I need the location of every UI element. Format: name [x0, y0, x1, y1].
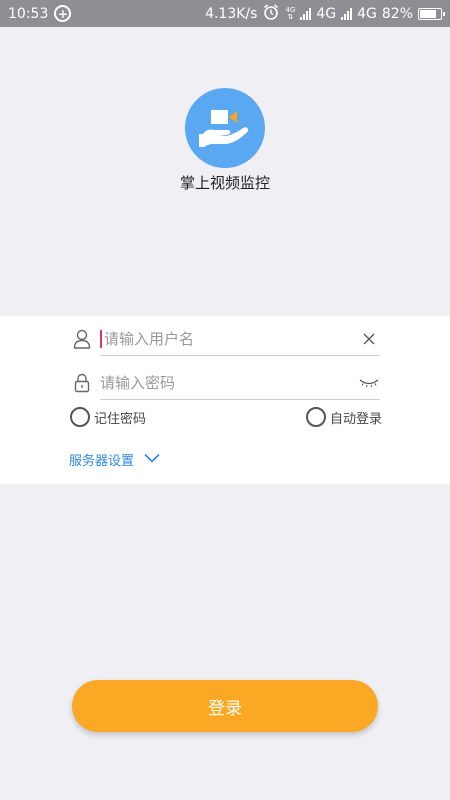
login-form: 记住密码 自动登录 服务器设置 — [0, 316, 450, 484]
sim2-network-label: 4G — [357, 5, 377, 22]
server-settings-label: 服务器设置 — [69, 454, 135, 469]
status-right: 4.13K/s 4G ⇅ 4G 4G 82% — [205, 3, 445, 25]
password-input[interactable] — [100, 366, 358, 399]
battery-level — [420, 9, 437, 18]
login-options: 记住密码 自动登录 — [70, 406, 382, 428]
chevron-down-icon — [144, 452, 160, 467]
status-bar: 10:53 + 4.13K/s 4G ⇅ 4G 4G 82% — [0, 0, 450, 27]
status-time: 10:53 — [8, 5, 49, 22]
clear-icon[interactable] — [358, 328, 380, 350]
remember-password-checkbox[interactable]: 记住密码 — [70, 407, 146, 427]
hand-camera-icon — [199, 110, 249, 147]
signal-sim2-icon — [341, 7, 353, 20]
username-field — [72, 322, 380, 356]
username-input-wrap — [100, 322, 380, 356]
app-logo — [185, 88, 265, 168]
battery-icon — [418, 7, 445, 20]
username-input[interactable] — [104, 322, 358, 355]
server-settings-toggle[interactable]: 服务器设置 — [69, 450, 160, 469]
remember-password-label: 记住密码 — [94, 411, 147, 427]
user-icon — [72, 329, 92, 349]
auto-login-checkbox[interactable]: 自动登录 — [305, 407, 382, 427]
battery-percent: 82% — [381, 5, 413, 22]
app-name: 掌上视频监控 — [179, 174, 270, 192]
login-button[interactable]: 登录 — [72, 680, 378, 732]
alarm-icon — [262, 3, 280, 25]
sim1-network-label: 4G — [316, 5, 337, 22]
data-activity-icon: 4G ⇅ — [285, 5, 296, 21]
password-input-wrap — [100, 366, 380, 400]
password-field — [72, 366, 380, 400]
auto-login-radio[interactable] — [305, 407, 326, 427]
eye-closed-icon[interactable] — [358, 372, 380, 394]
signal-sim1-icon — [300, 7, 312, 20]
remember-password-radio[interactable] — [70, 407, 90, 427]
network-speed: 4.13K/s — [205, 5, 258, 22]
text-cursor — [100, 329, 102, 348]
auto-login-label: 自动登录 — [329, 411, 382, 427]
status-left: 10:53 + — [8, 5, 72, 22]
lock-icon — [72, 373, 92, 393]
app-logo-block: 掌上视频监控 — [0, 88, 450, 193]
add-notification-icon: + — [54, 5, 72, 22]
